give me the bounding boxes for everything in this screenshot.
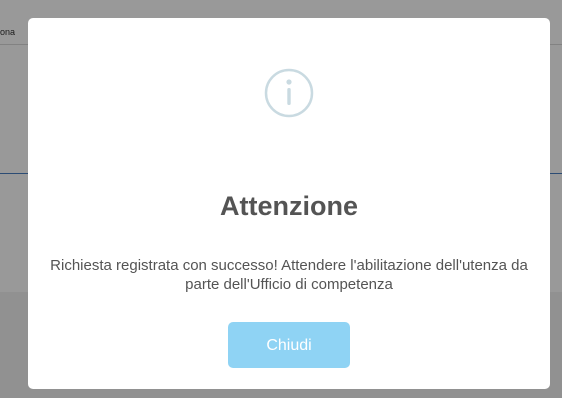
info-circle-icon [264, 68, 314, 118]
dialog-title: Attenzione [220, 191, 358, 221]
page: ona Attenzione Richiesta registrata con … [0, 0, 562, 398]
close-button[interactable]: Chiudi [228, 322, 350, 368]
dialog-message: Richiesta registrata con successo! Atten… [50, 257, 528, 293]
alert-dialog: Attenzione Richiesta registrata con succ… [28, 18, 550, 389]
